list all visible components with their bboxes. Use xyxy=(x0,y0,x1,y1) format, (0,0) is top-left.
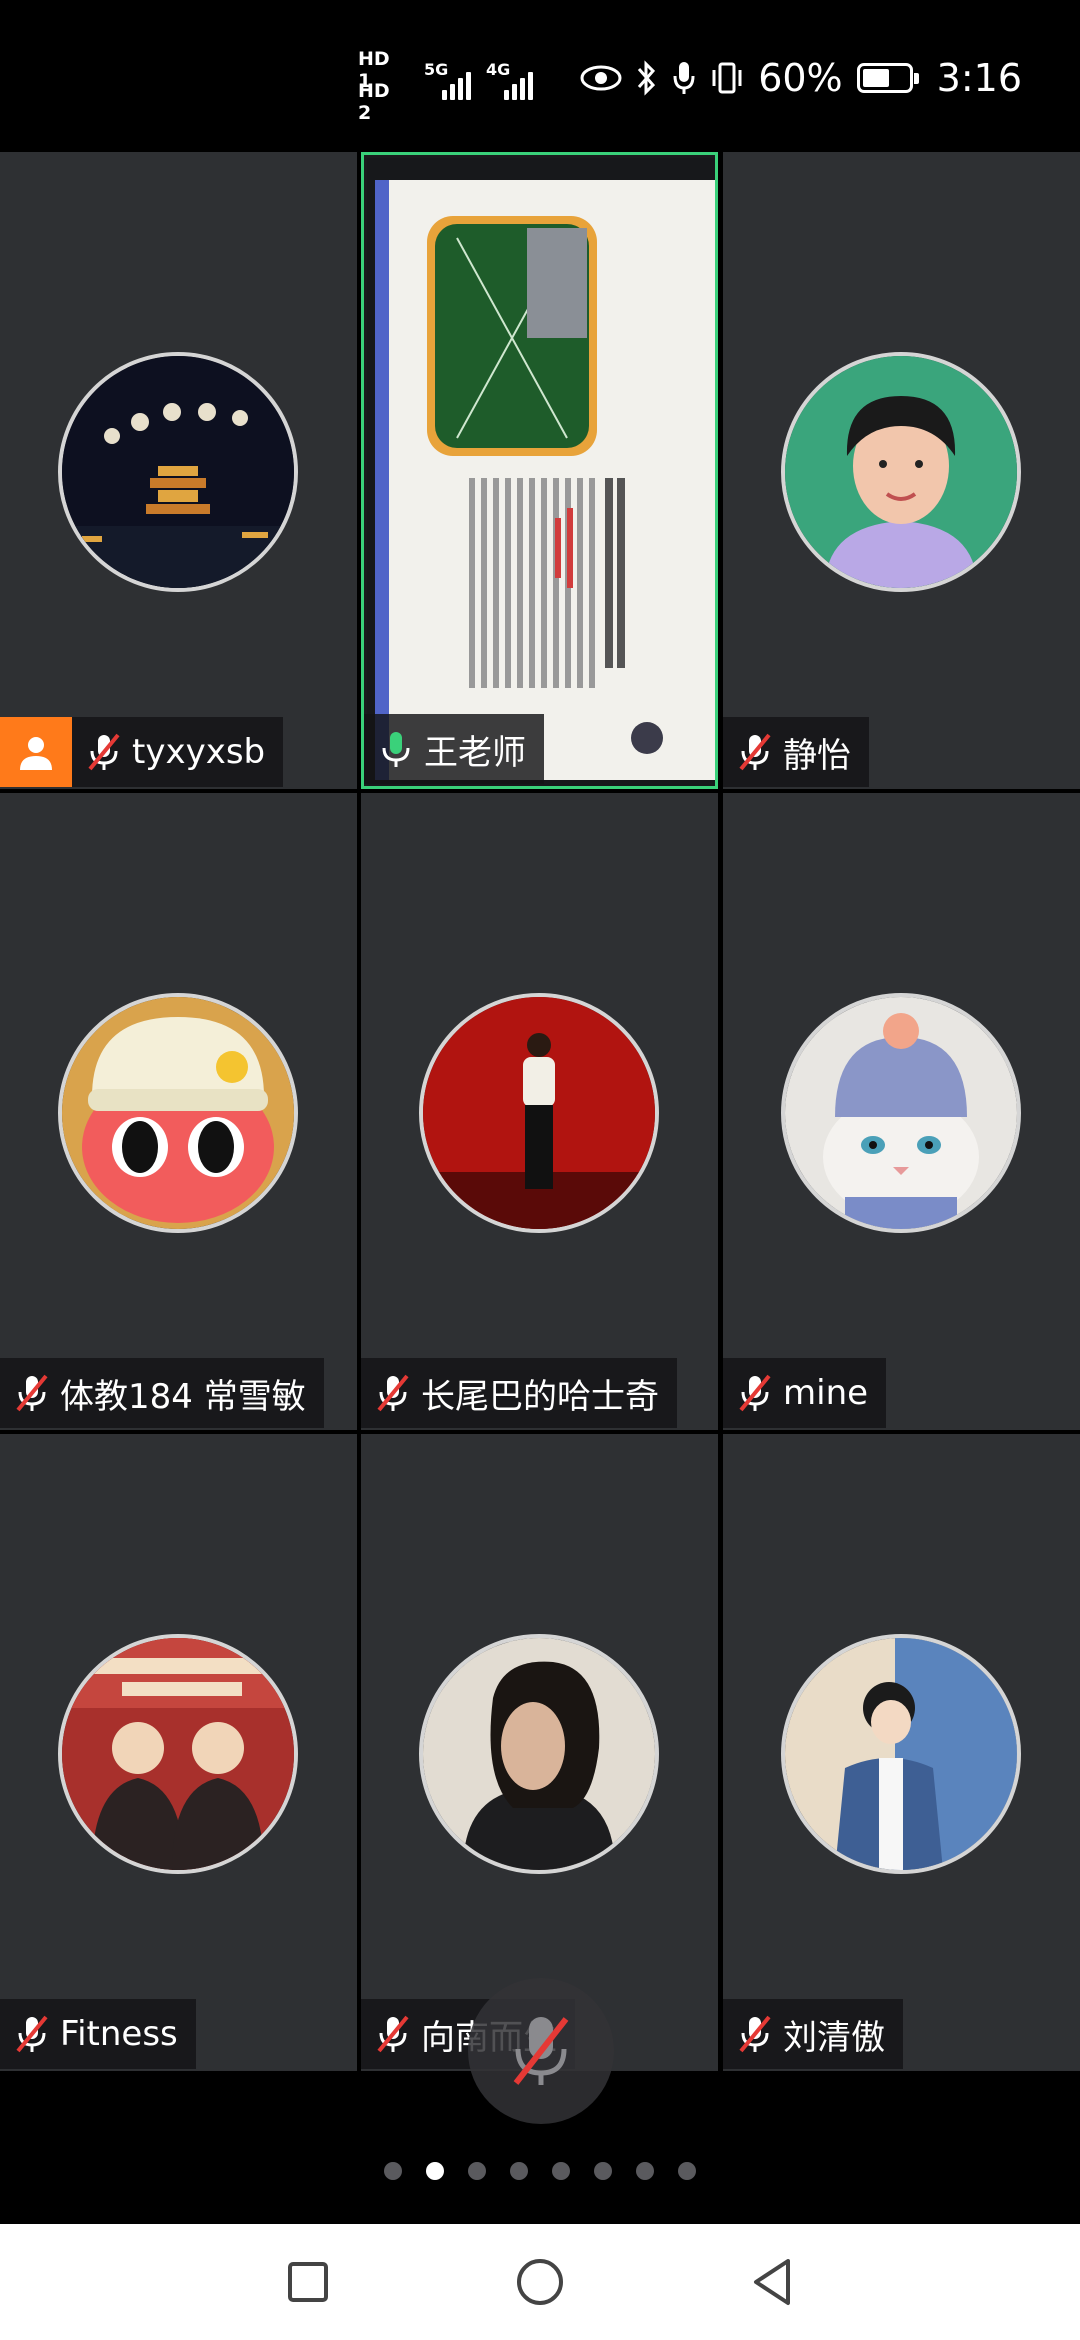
vibrate-icon xyxy=(712,62,742,94)
avatar xyxy=(781,352,1021,592)
system-nav-bar xyxy=(0,2224,1080,2340)
page-dot[interactable] xyxy=(468,2162,486,2180)
participant-name: 长尾巴的哈士奇 xyxy=(421,1376,659,1417)
participant-label: 长尾巴的哈士奇 xyxy=(361,1358,677,1428)
person-icon xyxy=(20,737,52,770)
mic-muted-icon xyxy=(375,2013,411,2055)
illustrated-man-image xyxy=(785,1638,1017,1870)
participant-tile[interactable]: 向南而生 xyxy=(361,1434,718,2071)
page-dot[interactable] xyxy=(426,2162,444,2180)
participant-name: mine xyxy=(783,1373,869,1413)
mic-muted-icon xyxy=(513,2017,569,2085)
participant-tile[interactable]: 长尾巴的哈士奇 xyxy=(361,793,718,1430)
eye-icon xyxy=(580,65,622,91)
page-dot[interactable] xyxy=(594,2162,612,2180)
participant-grid: tyxyxsb 王老师 静怡 体教184 常雪敏 长尾巴的哈士奇 mine Fi… xyxy=(0,152,1080,2072)
mic-active-icon xyxy=(378,728,414,770)
participant-label: 刘清傲 xyxy=(723,1999,903,2069)
woman-profile-image xyxy=(423,1638,655,1870)
clock: 3:16 xyxy=(936,56,1022,100)
participant-name: Fitness xyxy=(60,2014,178,2054)
avatar xyxy=(781,1634,1021,1874)
participant-label: tyxyxsb xyxy=(72,717,284,787)
triangle-back-icon xyxy=(754,2259,790,2305)
battery-icon xyxy=(856,63,919,93)
avatar xyxy=(419,1634,659,1874)
page-dot[interactable] xyxy=(384,2162,402,2180)
mic-muted-icon xyxy=(14,1372,50,1414)
poster-two-men-image xyxy=(62,1638,294,1870)
status-bar: HD 1 HD 2 5G 4G 60% 3:16 xyxy=(0,0,1080,152)
participant-tile-active[interactable]: 王老师 xyxy=(361,152,718,789)
participant-name: 王老师 xyxy=(424,732,526,773)
avatar xyxy=(58,352,298,592)
person-red-background-image xyxy=(423,997,655,1229)
mic-muted-icon xyxy=(737,731,773,773)
recents-button[interactable] xyxy=(272,2246,344,2318)
avatar xyxy=(58,993,298,1233)
participant-tile[interactable]: 静怡 xyxy=(723,152,1080,789)
participant-tile[interactable]: tyxyxsb xyxy=(0,152,357,789)
participant-name: 刘清傲 xyxy=(783,2017,885,2058)
shared-slide-image xyxy=(367,158,715,786)
square-icon xyxy=(288,2262,328,2302)
page-indicator[interactable] xyxy=(0,2156,1080,2186)
mic-muted-icon xyxy=(737,1372,773,1414)
page-dot[interactable] xyxy=(636,2162,654,2180)
avatar xyxy=(419,993,659,1233)
cat-in-hat-image xyxy=(785,997,1017,1229)
hd2-indicator: HD 2 xyxy=(358,80,390,124)
status-right: 60% 3:16 xyxy=(580,48,1022,108)
participant-label: 静怡 xyxy=(723,717,869,787)
cartoon-red-face-image xyxy=(62,997,294,1229)
participant-name: 体教184 常雪敏 xyxy=(60,1376,306,1417)
mic-muted-icon xyxy=(375,1372,411,1414)
participant-tile[interactable]: mine xyxy=(723,793,1080,1430)
participant-tile[interactable]: 体教184 常雪敏 xyxy=(0,793,357,1430)
page-dot[interactable] xyxy=(510,2162,528,2180)
woman-portrait-image xyxy=(785,356,1017,588)
bluetooth-icon xyxy=(638,60,656,96)
page-dot[interactable] xyxy=(552,2162,570,2180)
mic-muted-icon xyxy=(14,2013,50,2055)
participant-label: mine xyxy=(723,1358,887,1428)
mic-muted-icon xyxy=(86,731,122,773)
night-moon-tower-image xyxy=(62,356,294,588)
screen-share-preview xyxy=(367,158,715,786)
battery-percent: 60% xyxy=(758,56,843,100)
participant-name: tyxyxsb xyxy=(132,732,266,772)
avatar xyxy=(58,1634,298,1874)
mic-icon xyxy=(673,62,695,94)
mic-muted-icon xyxy=(737,2013,773,2055)
back-button[interactable] xyxy=(736,2246,808,2318)
participant-name: 静怡 xyxy=(783,735,851,776)
participant-tile[interactable]: Fitness xyxy=(0,1434,357,2071)
home-button[interactable] xyxy=(504,2246,576,2318)
participant-label: 体教184 常雪敏 xyxy=(0,1358,324,1428)
avatar xyxy=(781,993,1021,1233)
circle-icon xyxy=(517,2259,563,2305)
participant-label: Fitness xyxy=(0,1999,196,2069)
participant-tile[interactable]: 刘清傲 xyxy=(723,1434,1080,2071)
host-badge xyxy=(0,717,72,787)
mute-toggle-button[interactable] xyxy=(468,1978,614,2124)
page-dot[interactable] xyxy=(678,2162,696,2180)
participant-label: 王老师 xyxy=(364,714,544,784)
